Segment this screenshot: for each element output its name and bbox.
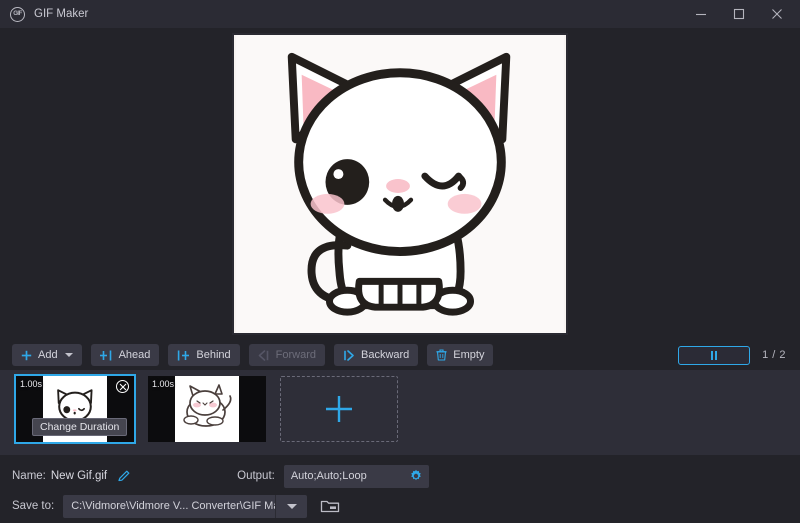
add-button[interactable]: Add	[12, 344, 82, 366]
move-forward-icon	[258, 349, 270, 361]
backward-button-label: Backward	[361, 349, 410, 361]
empty-button[interactable]: Empty	[427, 344, 494, 366]
plus-icon	[326, 396, 352, 422]
browse-folder-button[interactable]	[317, 496, 343, 517]
chevron-down-icon[interactable]	[64, 353, 73, 357]
save-path-value: C:\Vidmore\Vidmore V... Converter\GIF Ma…	[71, 500, 276, 512]
gear-icon[interactable]	[409, 469, 423, 483]
trash-icon	[436, 349, 447, 361]
save-path-dropdown[interactable]	[275, 494, 308, 518]
preview-image	[232, 33, 568, 335]
gif-app-icon: GIF	[10, 6, 25, 22]
empty-button-label: Empty	[453, 349, 485, 361]
pause-button[interactable]	[678, 345, 751, 365]
thumbnail-list: 1.00s Change Duration 1.00s	[14, 374, 398, 444]
minimize-icon[interactable]	[682, 0, 720, 28]
change-duration-tooltip[interactable]: Change Duration	[32, 418, 128, 436]
folder-icon	[321, 500, 340, 513]
thumbnail-duration-1: 1.00s	[20, 379, 43, 389]
playback-controls: 1 / 2	[678, 345, 800, 365]
insert-behind-icon	[177, 350, 190, 361]
name-label: Name:	[12, 470, 46, 482]
close-circle-icon[interactable]	[116, 380, 129, 393]
name-output-row: Name: New Gif.gif Output: Auto;Auto;Loop	[0, 463, 800, 489]
add-button-label: Add	[38, 349, 58, 361]
thumbnail-image-2	[175, 376, 239, 442]
window-title: GIF Maker	[34, 8, 89, 20]
behind-button[interactable]: Behind	[168, 344, 240, 366]
add-frame-placeholder[interactable]	[280, 376, 398, 442]
ahead-button-label: Ahead	[118, 349, 151, 361]
move-backward-icon	[343, 349, 355, 361]
ahead-button[interactable]: Ahead	[90, 344, 160, 366]
close-icon[interactable]	[758, 0, 796, 28]
forward-button[interactable]: Forward	[248, 344, 325, 366]
save-to-label: Save to:	[12, 500, 55, 512]
thumbnail-item-1[interactable]: 1.00s Change Duration	[14, 374, 136, 444]
plus-icon	[21, 350, 32, 361]
forward-button-label: Forward	[275, 349, 316, 361]
frame-counter: 1 / 2	[762, 349, 786, 361]
preview-area	[0, 28, 800, 340]
pause-icon	[710, 350, 718, 360]
output-label: Output:	[237, 470, 275, 482]
save-to-row: Save to: C:\Vidmore\Vidmore V... Convert…	[0, 493, 800, 519]
window-controls	[682, 0, 800, 28]
timeline-strip[interactable]: 1.00s Change Duration 1.00s	[0, 370, 800, 455]
insert-ahead-icon	[99, 350, 113, 361]
gif-name-value: New Gif.gif	[50, 470, 108, 482]
gif-maker-window: GIF GIF Maker Add Ahead Behind Forward B…	[0, 0, 800, 523]
maximize-icon[interactable]	[720, 0, 758, 28]
save-path-field[interactable]: C:\Vidmore\Vidmore V... Converter\GIF Ma…	[63, 494, 276, 518]
behind-button-label: Behind	[196, 349, 231, 361]
title-bar: GIF GIF Maker	[0, 0, 800, 28]
thumbnail-item-2[interactable]: 1.00s	[148, 376, 266, 442]
backward-button[interactable]: Backward	[334, 344, 419, 366]
output-settings-field[interactable]: Auto;Auto;Loop	[283, 464, 429, 488]
bottom-bar: Name: New Gif.gif Output: Auto;Auto;Loop…	[0, 455, 800, 523]
chevron-down-icon	[286, 503, 297, 509]
editor-toolbar: Add Ahead Behind Forward Backward Empty …	[0, 340, 800, 370]
pencil-icon[interactable]	[117, 469, 131, 483]
thumbnail-duration-2: 1.00s	[152, 379, 175, 389]
output-value: Auto;Auto;Loop	[290, 470, 367, 482]
